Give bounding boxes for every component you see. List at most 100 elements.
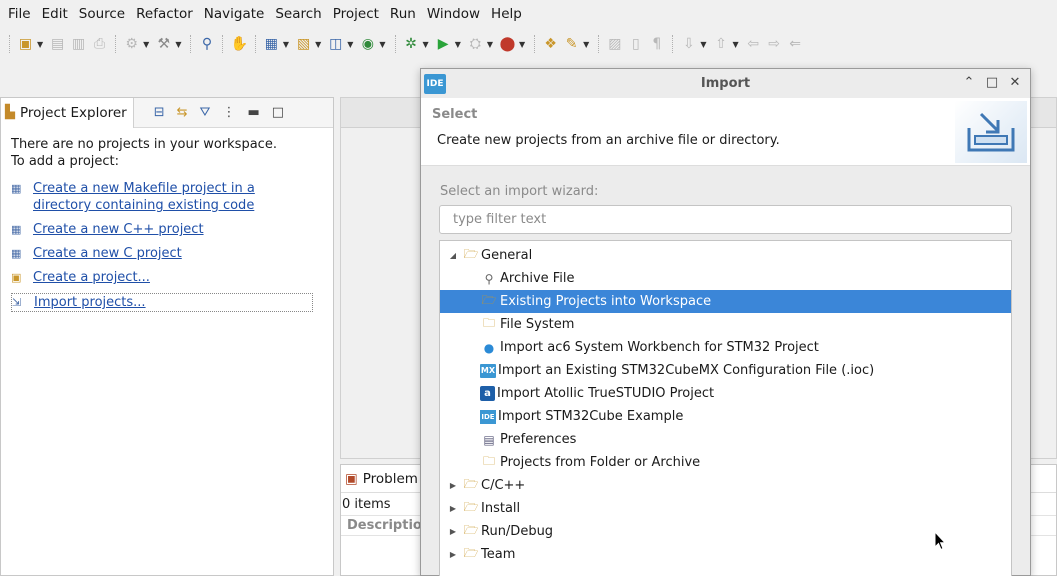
collapsed-twisty-icon[interactable]: ▶ xyxy=(444,527,462,536)
run-icon[interactable]: ▶ xyxy=(435,33,452,55)
hand-icon[interactable]: ✋ xyxy=(230,33,247,55)
new-class-icon[interactable]: ◫ xyxy=(327,33,344,55)
new-cpp-project-icon[interactable]: ▦ xyxy=(263,33,280,55)
new-folder-dropdown-icon[interactable]: ▼ xyxy=(315,40,321,49)
debug-dropdown-icon[interactable]: ▼ xyxy=(423,40,429,49)
new-folder-icon[interactable]: ▧ xyxy=(295,33,312,55)
build-dropdown-icon[interactable]: ▼ xyxy=(143,40,149,49)
prev-annotation-icon[interactable]: ⇧ xyxy=(712,33,729,55)
tab-project-explorer[interactable]: ▙ Project Explorer xyxy=(1,97,134,128)
menu-source[interactable]: Source xyxy=(74,0,130,29)
pilcrow-icon[interactable]: ¶ xyxy=(648,33,665,55)
link-with-editor-icon[interactable]: ⇆ xyxy=(177,105,188,120)
toolbar-separator xyxy=(115,35,117,53)
makefile-project-link-row: ▦ Create a new Makefile project in a dir… xyxy=(11,180,323,214)
create-makefile-project-link[interactable]: Create a new Makefile project in a direc… xyxy=(33,180,255,214)
hammer-icon[interactable]: ⚒ xyxy=(155,33,172,55)
menu-run[interactable]: Run xyxy=(385,0,421,29)
menu-edit[interactable]: Edit xyxy=(37,0,73,29)
pin-icon[interactable]: ▯ xyxy=(627,33,644,55)
menu-search[interactable]: Search xyxy=(270,0,326,29)
menu-navigate[interactable]: Navigate xyxy=(199,0,270,29)
toolbar-separator xyxy=(222,35,224,53)
stop-icon[interactable]: ⬤ xyxy=(499,33,516,55)
menu-project[interactable]: Project xyxy=(328,0,384,29)
maximize-window-icon[interactable]: □ xyxy=(983,75,1001,90)
menu-help[interactable]: Help xyxy=(486,0,527,29)
create-project-link[interactable]: Create a project... xyxy=(33,269,150,286)
stop-dropdown-icon[interactable]: ▼ xyxy=(519,40,525,49)
filter-icon[interactable]: ⛛ xyxy=(200,105,211,120)
c-project-link-row: ▦ Create a new C project xyxy=(11,245,323,262)
tree-node-cpp[interactable]: ▶ 🗁 C/C++ xyxy=(440,474,1011,497)
tree-node-team[interactable]: ▶ 🗁 Team xyxy=(440,543,1011,566)
collapse-all-icon[interactable]: ⊟ xyxy=(154,105,165,120)
folder-icon: 🗁 xyxy=(463,477,479,491)
new-project-icon: ▣ xyxy=(11,271,22,284)
menu-file[interactable]: File xyxy=(3,0,36,29)
forward-icon[interactable]: ⇨ xyxy=(766,33,783,55)
header-description: Create new projects from an archive file… xyxy=(437,133,780,148)
open-folder-icon: 🗁 xyxy=(463,247,479,261)
tree-item-stm32cube-example[interactable]: IDE Import STM32Cube Example xyxy=(440,405,1011,428)
menu-window[interactable]: Window xyxy=(422,0,485,29)
dialog-titlebar[interactable]: IDE Import ⌃ □ ✕ xyxy=(421,69,1030,98)
create-cpp-project-link[interactable]: Create a new C++ project xyxy=(33,221,204,238)
tree-node-general[interactable]: ◢ 🗁 General xyxy=(440,244,1011,267)
build-icon[interactable]: ⚙ xyxy=(123,33,140,55)
search-dropdown-icon[interactable]: ▼ xyxy=(583,40,589,49)
prev-annotation-dropdown-icon[interactable]: ▼ xyxy=(732,40,738,49)
filter-input[interactable] xyxy=(439,205,1012,234)
archive-file-icon: ⚲ xyxy=(484,271,494,286)
expanded-twisty-icon[interactable]: ◢ xyxy=(444,251,462,260)
project-explorer-icon: ▙ xyxy=(5,105,15,120)
tree-item-archive-file[interactable]: ⚲ Archive File xyxy=(440,267,1011,290)
tree-item-ac6[interactable]: ● Import ac6 System Workbench for STM32 … xyxy=(440,336,1011,359)
minimize-icon[interactable]: ▬ xyxy=(247,105,259,120)
tree-item-preferences[interactable]: ▤ Preferences xyxy=(440,428,1011,451)
cpp-project-icon: ▦ xyxy=(11,223,22,236)
import-banner-icon xyxy=(955,101,1027,163)
new-dropdown-icon[interactable]: ▼ xyxy=(37,40,43,49)
save-icon[interactable]: ▤ xyxy=(49,33,66,55)
new-source-dropdown-icon[interactable]: ▼ xyxy=(379,40,385,49)
tree-item-file-system[interactable]: 🗀 File System xyxy=(440,313,1011,336)
collapsed-twisty-icon[interactable]: ▶ xyxy=(444,481,462,490)
new-icon[interactable]: ▣ xyxy=(17,33,34,55)
tree-node-install[interactable]: ▶ 🗁 Install xyxy=(440,497,1011,520)
dialog-title: Import xyxy=(700,76,751,91)
tree-item-existing-projects[interactable]: 🗁 Existing Projects into Workspace xyxy=(440,290,1011,313)
annotations-icon[interactable]: ▨ xyxy=(606,33,623,55)
link-icon[interactable]: ⚲ xyxy=(198,33,215,55)
tree-item-cubemx[interactable]: MX Import an Existing STM32CubeMX Config… xyxy=(440,359,1011,382)
cpp-project-link-row: ▦ Create a new C++ project xyxy=(11,221,323,238)
next-annotation-icon[interactable]: ⇩ xyxy=(680,33,697,55)
external-tools-icon[interactable]: ⛭ xyxy=(467,33,484,55)
import-projects-link[interactable]: Import projects... xyxy=(34,294,146,311)
close-icon[interactable]: ✕ xyxy=(1006,75,1024,90)
tree-item-atollic[interactable]: a Import Atollic TrueSTUDIO Project xyxy=(440,382,1011,405)
create-c-project-link[interactable]: Create a new C project xyxy=(33,245,182,262)
collapsed-twisty-icon[interactable]: ▶ xyxy=(444,550,462,559)
search-icon[interactable]: ✎ xyxy=(563,33,580,55)
tree-item-projects-from-folder[interactable]: 🗀 Projects from Folder or Archive xyxy=(440,451,1011,474)
next-annotation-dropdown-icon[interactable]: ▼ xyxy=(700,40,706,49)
menu-refactor[interactable]: Refactor xyxy=(131,0,198,29)
new-class-dropdown-icon[interactable]: ▼ xyxy=(347,40,353,49)
save-all-icon[interactable]: ▥ xyxy=(70,33,87,55)
print-icon[interactable]: ⎙ xyxy=(91,33,108,55)
tree-node-run-debug[interactable]: ▶ 🗁 Run/Debug xyxy=(440,520,1011,543)
back-icon[interactable]: ⇦ xyxy=(745,33,762,55)
debug-icon[interactable]: ✲ xyxy=(403,33,420,55)
external-tools-dropdown-icon[interactable]: ▼ xyxy=(487,40,493,49)
collapse-window-icon[interactable]: ⌃ xyxy=(960,75,978,90)
open-type-icon[interactable]: ❖ xyxy=(542,33,559,55)
view-menu-icon[interactable]: ⋮ xyxy=(222,105,235,120)
run-dropdown-icon[interactable]: ▼ xyxy=(455,40,461,49)
new-source-icon[interactable]: ◉ xyxy=(359,33,376,55)
hammer-dropdown-icon[interactable]: ▼ xyxy=(175,40,181,49)
history-back-icon[interactable]: ⇐ xyxy=(787,33,804,55)
new-project-dropdown-icon[interactable]: ▼ xyxy=(283,40,289,49)
maximize-icon[interactable]: □ xyxy=(272,105,284,120)
collapsed-twisty-icon[interactable]: ▶ xyxy=(444,504,462,513)
